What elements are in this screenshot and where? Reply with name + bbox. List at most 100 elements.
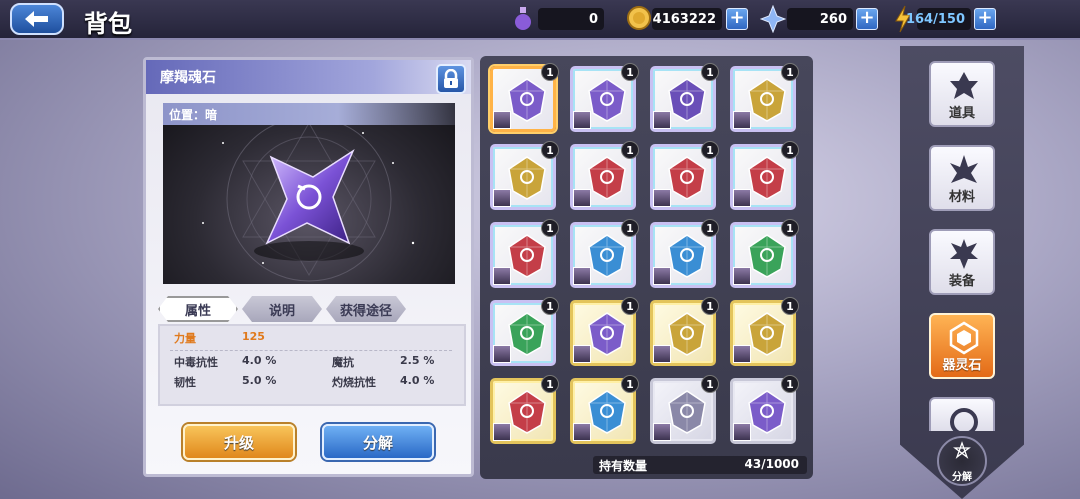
inventory-slot[interactable]: 1 xyxy=(570,375,639,444)
item-count-badge: 1 xyxy=(621,63,639,81)
soul-stone-icon xyxy=(508,234,546,278)
side-decompose-button[interactable]: 分解 xyxy=(937,436,987,486)
inventory-slot[interactable]: 1 xyxy=(570,219,639,288)
inventory-slot[interactable]: 1 xyxy=(490,375,559,444)
category-label: 器灵石 xyxy=(942,358,982,373)
gold-count: 4163222 xyxy=(652,8,722,30)
character-portrait xyxy=(733,111,751,129)
soul-stone-large-icon xyxy=(265,149,355,245)
item-header: 摩羯魂石 xyxy=(146,60,471,94)
inventory-slot[interactable]: 1 xyxy=(570,297,639,366)
add-energy-button[interactable]: + xyxy=(974,8,996,30)
character-portrait xyxy=(493,111,511,129)
potion-count: 0 xyxy=(538,8,604,30)
top-bar: 背包 0 4163222 + 260 + 164/150 + xyxy=(0,0,1080,40)
position-label: 位置：暗 xyxy=(169,108,218,122)
inventory-slot[interactable]: 1 xyxy=(490,141,559,210)
soul-stone-icon xyxy=(588,78,626,122)
tab-attributes[interactable]: 属性 xyxy=(158,296,238,322)
potion-icon xyxy=(515,7,531,30)
inventory-slot[interactable]: 1 xyxy=(730,63,799,132)
character-portrait xyxy=(653,345,671,363)
more-category-icon xyxy=(950,408,978,431)
back-arrow-icon xyxy=(25,11,48,27)
tab-obtain-methods[interactable]: 获得途径 xyxy=(326,296,406,322)
soul-stone-icon xyxy=(508,78,546,122)
soul-stone-icon xyxy=(748,390,786,434)
upgrade-button[interactable]: 升级 xyxy=(183,424,295,460)
decompose-button[interactable]: 分解 xyxy=(322,424,434,460)
category-equipment[interactable]: 装备 xyxy=(929,229,995,295)
soul-stone-icon xyxy=(508,390,546,434)
inventory-slot[interactable]: 1 xyxy=(490,297,559,366)
inventory-capacity-bar: 持有数量 43/1000 xyxy=(593,456,807,474)
item-detail-panel: 摩羯魂石 位置：暗 属性 说明 获得途径 力量 125 中毒抗性 4.0 % 魔… xyxy=(143,57,474,477)
character-portrait xyxy=(733,189,751,207)
stat-value: 4.0 % xyxy=(400,374,435,387)
character-portrait xyxy=(733,267,751,285)
character-portrait xyxy=(573,189,591,207)
inventory-slot[interactable]: 1 xyxy=(730,141,799,210)
add-crystal-button[interactable]: + xyxy=(856,8,878,30)
inventory-slot[interactable]: 1 xyxy=(730,219,799,288)
inventory-slot[interactable]: 1 xyxy=(570,141,639,210)
item-count-badge: 1 xyxy=(621,141,639,159)
stats-box: 力量 125 中毒抗性 4.0 % 魔抗 2.5 % 韧性 5.0 % 灼烧抗性… xyxy=(158,324,466,406)
stat-value: 4.0 % xyxy=(242,354,277,367)
capacity-value: 43/1000 xyxy=(744,457,799,471)
inventory-slot[interactable]: 1 xyxy=(490,219,559,288)
inventory-slot[interactable]: 1 xyxy=(650,375,719,444)
character-portrait xyxy=(653,423,671,441)
inventory-slot[interactable]: 1 xyxy=(650,297,719,366)
back-button[interactable] xyxy=(10,3,64,35)
inventory-slot[interactable]: 1 xyxy=(730,297,799,366)
tab-description[interactable]: 说明 xyxy=(242,296,322,322)
soul-stone-icon xyxy=(588,312,626,356)
item-preview: 位置：暗 xyxy=(163,103,455,284)
item-count-badge: 1 xyxy=(781,297,799,315)
inventory-slot[interactable]: 1 xyxy=(650,63,719,132)
add-gold-button[interactable]: + xyxy=(726,8,748,30)
item-name: 摩羯魂石 xyxy=(160,70,216,86)
crystal-count: 260 xyxy=(787,8,853,30)
soul-stone-icon xyxy=(588,234,626,278)
stat-divider xyxy=(170,350,452,351)
strength-label: 力量 xyxy=(174,332,196,345)
item-count-badge: 1 xyxy=(701,297,719,315)
soul-stone-icon xyxy=(668,312,706,356)
item-count-badge: 1 xyxy=(621,375,639,393)
position-bar: 位置：暗 xyxy=(163,103,455,125)
category-items[interactable]: 道具 xyxy=(929,61,995,127)
material-icon xyxy=(950,155,978,183)
soul-stone-icon xyxy=(748,78,786,122)
category-label: 材料 xyxy=(948,190,975,205)
character-portrait xyxy=(493,345,511,363)
category-soul-stones[interactable]: 器灵石 xyxy=(929,313,995,379)
soul-stone-icon xyxy=(508,312,546,356)
soul-stone-icon xyxy=(588,156,626,200)
gold-coin-icon xyxy=(627,6,651,30)
stat-label: 韧性 xyxy=(174,376,196,389)
character-portrait xyxy=(573,111,591,129)
item-count-badge: 1 xyxy=(701,63,719,81)
lock-button[interactable] xyxy=(436,64,466,94)
inventory-slot[interactable]: 1 xyxy=(730,375,799,444)
inventory-slot[interactable]: 1 xyxy=(650,141,719,210)
item-count-badge: 1 xyxy=(781,375,799,393)
category-materials[interactable]: 材料 xyxy=(929,145,995,211)
category-more[interactable] xyxy=(929,397,995,431)
equipment-icon xyxy=(950,239,978,269)
character-portrait xyxy=(573,345,591,363)
item-count-badge: 1 xyxy=(701,219,719,237)
item-count-badge: 1 xyxy=(541,219,559,237)
item-count-badge: 1 xyxy=(701,375,719,393)
inventory-slot[interactable]: 1 xyxy=(570,63,639,132)
character-portrait xyxy=(733,423,751,441)
inventory-slot[interactable]: 1 xyxy=(650,219,719,288)
inventory-slot[interactable]: 1 xyxy=(490,63,559,132)
item-count-badge: 1 xyxy=(541,141,559,159)
item-count-badge: 1 xyxy=(541,63,559,81)
character-portrait xyxy=(493,189,511,207)
stat-label: 灼烧抗性 xyxy=(332,376,376,389)
soul-stone-icon xyxy=(748,156,786,200)
